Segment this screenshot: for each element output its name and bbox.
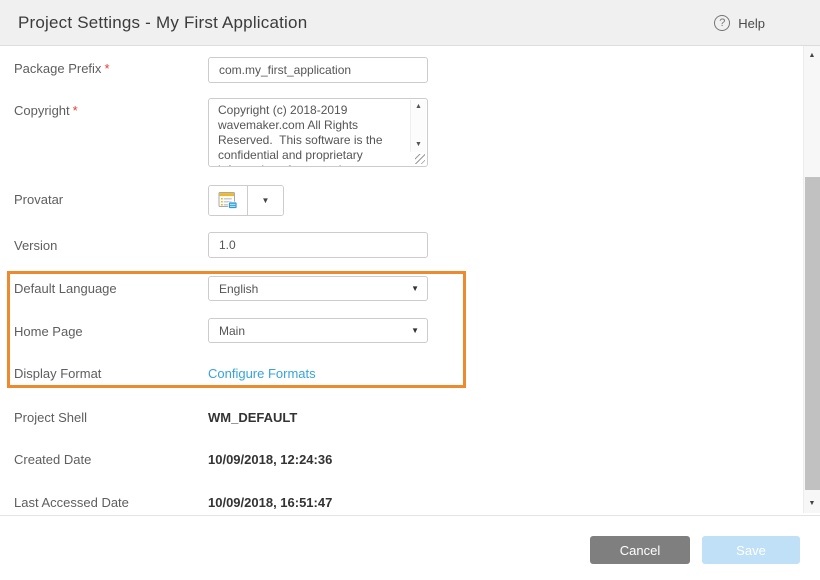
package-prefix-label: Package Prefix* <box>14 61 204 76</box>
help-label: Help <box>738 16 765 31</box>
chevron-down-icon: ▼ <box>411 326 427 335</box>
required-asterisk: * <box>73 103 78 118</box>
home-page-select[interactable]: Main ▼ <box>208 318 428 343</box>
save-button[interactable]: Save <box>702 536 800 564</box>
field-label-text: Copyright <box>14 103 70 118</box>
scroll-up-icon[interactable]: ▲ <box>415 103 422 111</box>
chevron-down-icon: ▼ <box>262 196 270 205</box>
last-accessed-date-label: Last Accessed Date <box>14 495 204 510</box>
dialog-footer: Cancel Save <box>0 515 820 580</box>
help-icon: ? <box>714 15 730 31</box>
project-settings-dialog: Project Settings - My First Application … <box>0 0 820 580</box>
select-value: English <box>209 282 411 296</box>
created-date-value: 10/09/2018, 12:24:36 <box>208 452 332 467</box>
last-accessed-date-value: 10/09/2018, 16:51:47 <box>208 495 332 510</box>
provatar-control: ▼ <box>208 185 284 216</box>
package-prefix-input[interactable] <box>208 57 428 83</box>
default-language-select[interactable]: English ▼ <box>208 276 428 301</box>
resize-grip-icon[interactable] <box>415 154 425 164</box>
main-scrollbar[interactable]: ▲ ▼ <box>803 46 820 513</box>
help-button[interactable]: ? Help <box>714 0 765 46</box>
scroll-down-icon[interactable]: ▼ <box>415 141 422 149</box>
scroll-down-icon[interactable]: ▼ <box>804 500 820 507</box>
dialog-title: Project Settings - My First Application <box>18 13 307 33</box>
version-label: Version <box>14 238 204 253</box>
chevron-down-icon: ▼ <box>411 284 427 293</box>
field-label-text: Package Prefix <box>14 61 101 76</box>
provatar-dropdown-button[interactable]: ▼ <box>247 186 283 215</box>
project-shell-label: Project Shell <box>14 410 204 425</box>
provatar-icon-button[interactable] <box>209 186 247 215</box>
select-value: Main <box>209 324 411 338</box>
copyright-textarea[interactable]: Copyright (c) 2018-2019 wavemaker.com Al… <box>208 98 428 167</box>
configure-formats-link[interactable]: Configure Formats <box>208 366 316 381</box>
created-date-label: Created Date <box>14 452 204 467</box>
dialog-header: Project Settings - My First Application … <box>0 0 820 46</box>
project-shell-value: WM_DEFAULT <box>208 410 297 425</box>
copyright-label: Copyright* <box>14 103 204 118</box>
scroll-up-icon[interactable]: ▲ <box>804 52 820 59</box>
home-page-label: Home Page <box>14 324 204 339</box>
copyright-scrollbar[interactable]: ▲ ▼ <box>410 100 426 152</box>
required-asterisk: * <box>104 61 109 76</box>
version-input[interactable] <box>208 232 428 258</box>
scrollbar-thumb[interactable] <box>805 177 820 490</box>
display-format-label: Display Format <box>14 366 204 381</box>
copyright-text: Copyright (c) 2018-2019 wavemaker.com Al… <box>218 103 408 167</box>
cancel-button[interactable]: Cancel <box>590 536 690 564</box>
provatar-app-icon <box>218 191 239 210</box>
settings-form: Package Prefix* Copyright* Copyright (c)… <box>0 46 820 515</box>
default-language-label: Default Language <box>14 281 204 296</box>
provatar-label: Provatar <box>14 192 204 207</box>
